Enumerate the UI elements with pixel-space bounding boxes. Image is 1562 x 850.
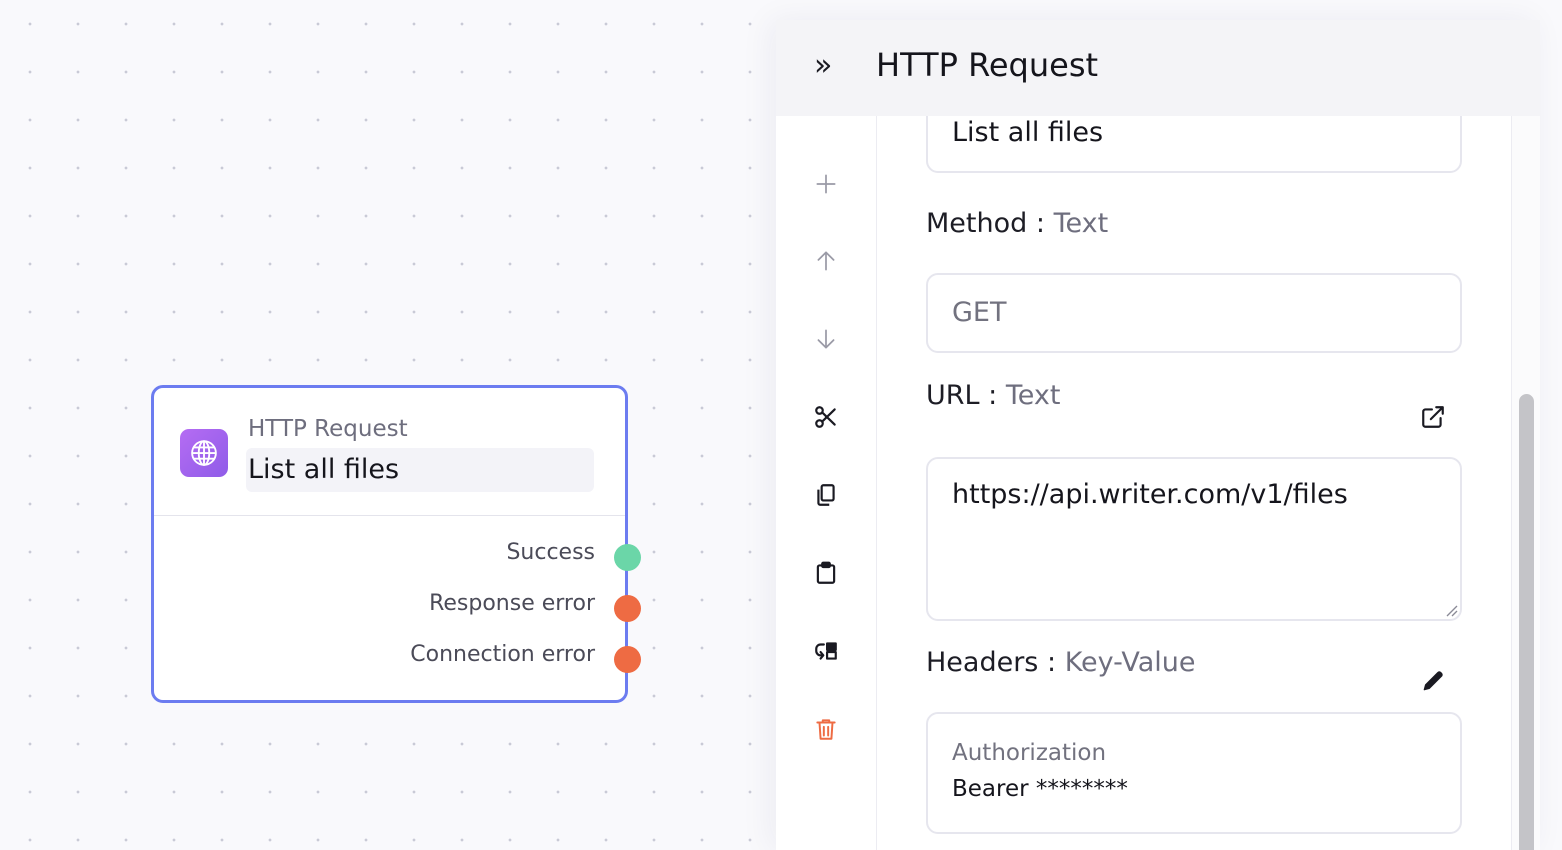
scissors-icon (815, 406, 836, 428)
move-up-button[interactable] (808, 243, 844, 279)
resize-grip-icon[interactable] (1444, 603, 1458, 617)
header-key: Authorization (952, 740, 1107, 766)
output-success: Success (154, 532, 641, 583)
copy-icon (817, 484, 835, 506)
output-connector-success[interactable] (614, 544, 641, 571)
output-label: Connection error (410, 642, 595, 667)
output-connector-connection-error[interactable] (614, 646, 641, 673)
panel-scrollbar[interactable] (1511, 116, 1540, 850)
copy-button[interactable] (808, 477, 844, 513)
url-textarea[interactable]: https://api.writer.com/v1/files (926, 457, 1462, 621)
paste-button[interactable] (808, 555, 844, 591)
header-value: Bearer ******** (952, 776, 1128, 802)
headers-label: Headers : Key-Value (926, 647, 1196, 678)
node-type-label: HTTP Request (248, 416, 408, 442)
scrollbar-thumb[interactable] (1519, 394, 1534, 850)
node-header: HTTP Request List all files (154, 388, 625, 516)
move-down-button[interactable] (808, 321, 844, 357)
pencil-icon (1423, 671, 1443, 691)
globe-icon (180, 429, 228, 477)
cut-button[interactable] (808, 399, 844, 435)
http-request-node[interactable]: HTTP Request List all files Success Resp… (151, 385, 641, 703)
collapse-panel-button[interactable]: » (814, 50, 844, 86)
arrow-down-icon (817, 329, 835, 349)
go-to-parent-icon (815, 642, 837, 660)
url-label: URL : Text (926, 380, 1061, 411)
method-input[interactable]: GET (926, 273, 1462, 353)
method-placeholder: GET (952, 297, 1007, 328)
settings-panel: » HTTP Request List all files Method: T… (776, 20, 1540, 850)
name-field[interactable]: List all files (926, 116, 1462, 173)
output-label: Response error (429, 591, 595, 616)
name-field-value: List all files (952, 117, 1104, 148)
edit-headers-button[interactable] (1418, 666, 1448, 696)
output-connection-error: Connection error (154, 634, 641, 685)
headers-box[interactable]: Authorization Bearer ******** (926, 712, 1462, 834)
arrow-up-icon (817, 251, 835, 271)
panel-content: List all files Method : Text GET URL : T… (877, 116, 1511, 850)
go-to-parent-button[interactable] (808, 633, 844, 669)
panel-toolbar (776, 116, 877, 850)
clipboard-icon (816, 561, 836, 584)
method-label: Method : Text (926, 208, 1109, 239)
node-outputs: Success Response error Connection error (154, 532, 641, 685)
open-url-editor-button[interactable] (1418, 402, 1448, 432)
node-title[interactable]: List all files (246, 448, 594, 492)
url-value: https://api.writer.com/v1/files (952, 479, 1348, 510)
plus-icon (816, 174, 836, 194)
trash-icon (816, 719, 836, 740)
panel-header: » HTTP Request (776, 20, 1540, 116)
panel-title: HTTP Request (876, 46, 1099, 84)
external-link-icon (1422, 406, 1444, 428)
output-response-error: Response error (154, 583, 641, 634)
output-label: Success (506, 540, 595, 565)
delete-button[interactable] (808, 711, 844, 747)
output-connector-response-error[interactable] (614, 595, 641, 622)
add-button[interactable] (808, 166, 844, 202)
